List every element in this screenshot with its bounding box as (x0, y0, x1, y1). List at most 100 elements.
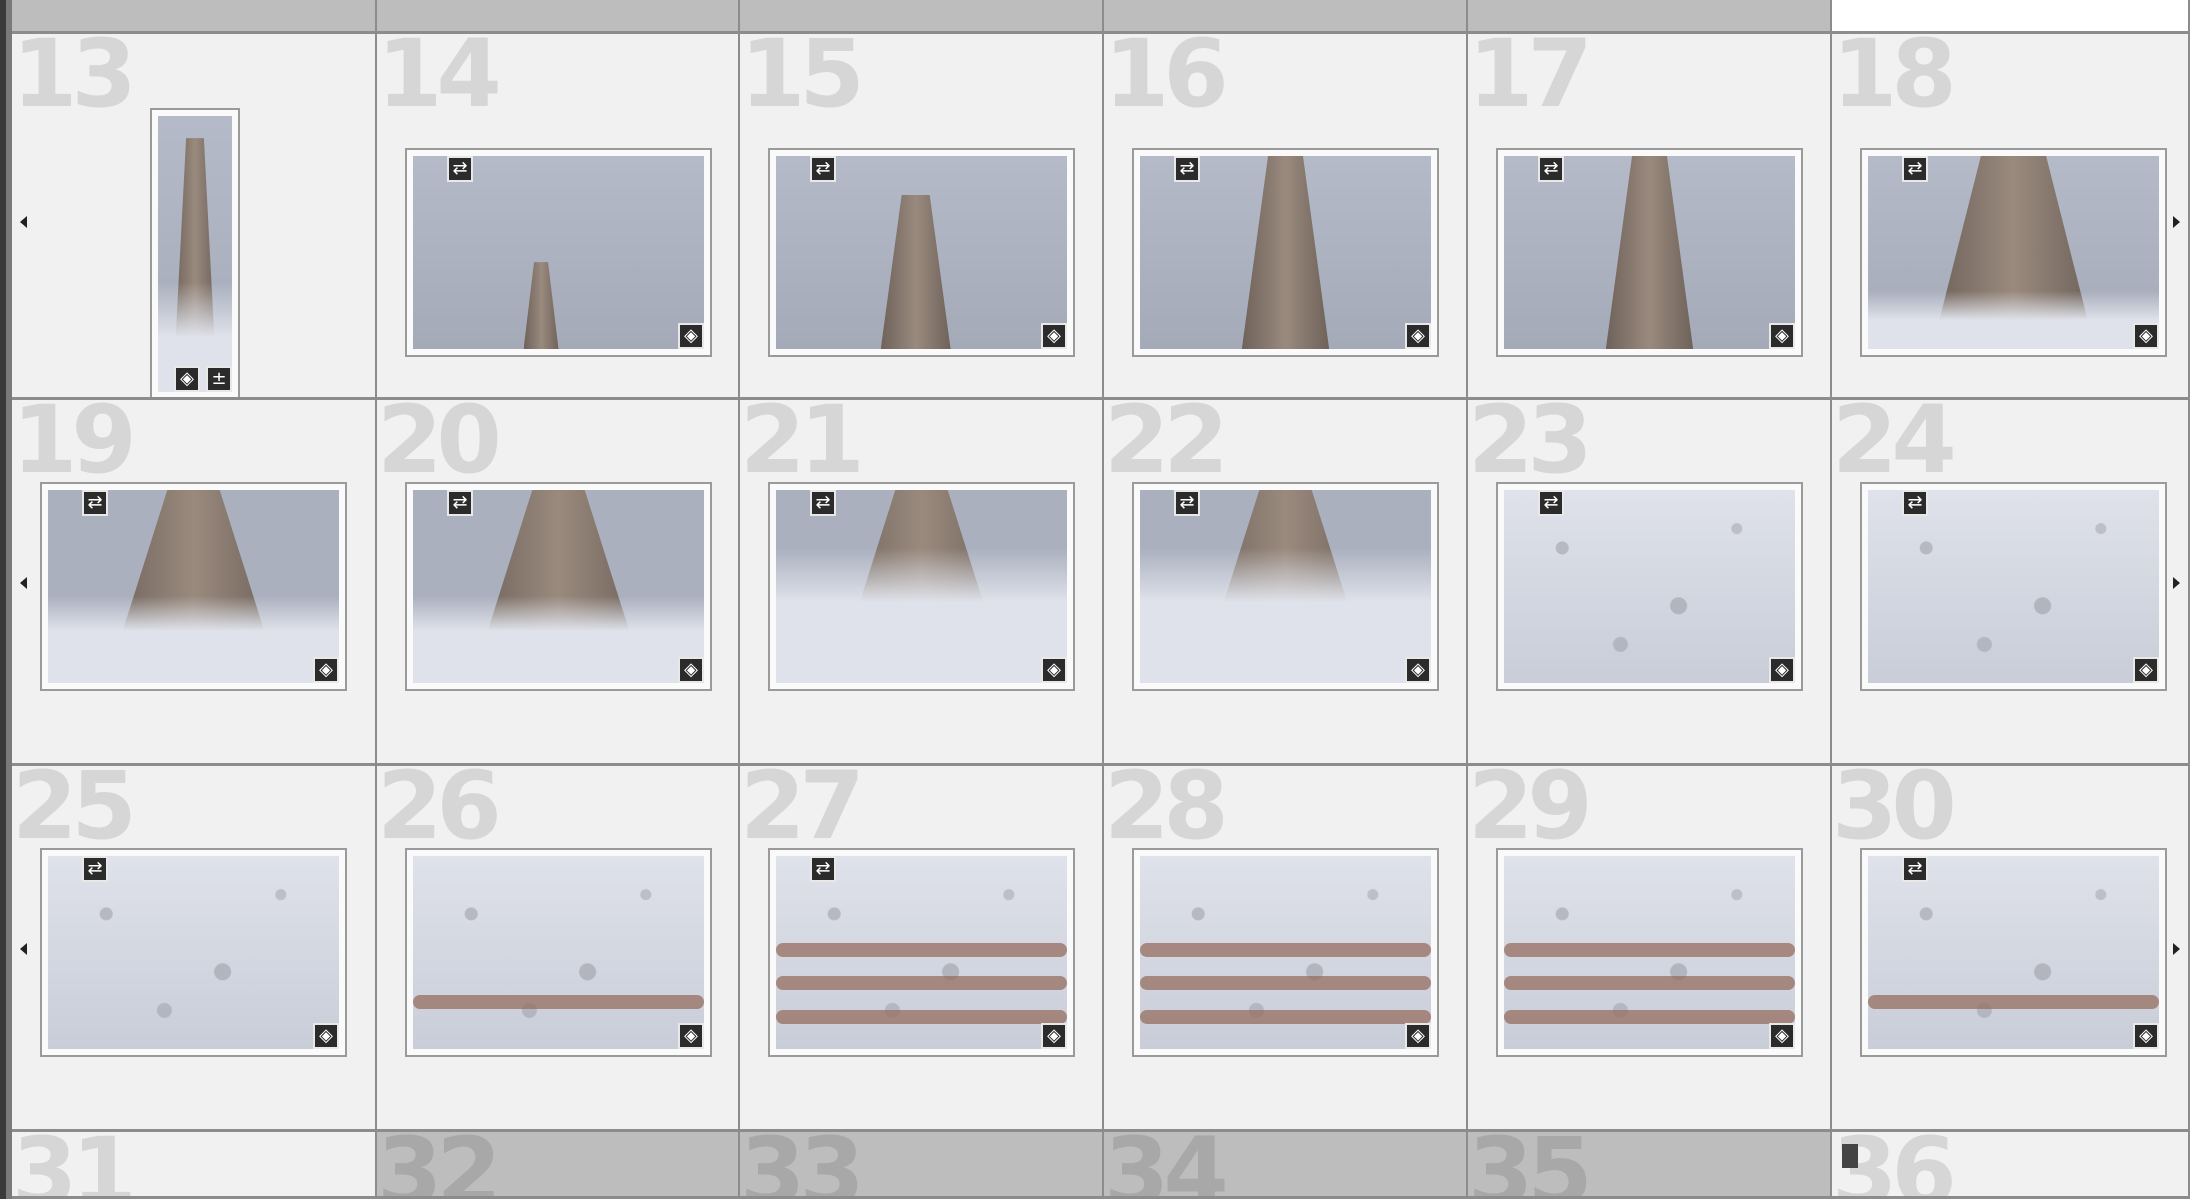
virtual-copy-icon[interactable]: ⇄ (810, 856, 836, 882)
thumbnail-frame[interactable]: ⇄ ◈ (405, 482, 712, 691)
thumbnail-frame[interactable]: ⇄ ◈ (1132, 148, 1439, 357)
thumbnail-image (413, 156, 704, 349)
develop-settings-icon[interactable]: ◈ (678, 1023, 704, 1049)
develop-settings-icon[interactable]: ◈ (1405, 323, 1431, 349)
grid-cell[interactable]: 15 ⇄ ◈ (740, 34, 1104, 400)
grid-cell[interactable]: 23 ⇄ ◈ (1468, 400, 1832, 766)
grid-cell[interactable]: 29 ◈ (1468, 766, 1832, 1132)
thumbnail-frame[interactable]: ⇄ ◈ (1496, 148, 1803, 357)
grid-cell[interactable]: 30 ⇄ ◈ (1832, 766, 2190, 1132)
row-next-arrow-icon[interactable] (2173, 943, 2180, 955)
grid-cell[interactable]: 20 ⇄ ◈ (377, 400, 740, 766)
virtual-copy-icon[interactable]: ⇄ (447, 490, 473, 516)
thumbnail-frame[interactable]: ⇄ ◈ (768, 848, 1075, 1057)
virtual-copy-icon[interactable]: ⇄ (1538, 490, 1564, 516)
thumbnail-frame[interactable]: ◈ (1132, 848, 1439, 1057)
grid-cell[interactable]: 31 (12, 1132, 377, 1199)
thumbnail-image (1868, 490, 2159, 683)
develop-settings-icon[interactable]: ◈ (678, 657, 704, 683)
develop-settings-icon[interactable]: ◈ (1405, 1023, 1431, 1049)
develop-settings-icon[interactable]: ◈ (313, 657, 339, 683)
virtual-copy-icon[interactable]: ⇄ (82, 856, 108, 882)
thumbnail-frame[interactable]: ⇄ ◈ (1860, 482, 2167, 691)
thumbnail-frame[interactable]: ◈ ± (150, 108, 240, 397)
cell-index-number: 16 (1104, 34, 1229, 129)
grid-cell[interactable]: 25 ⇄ ◈ (12, 766, 377, 1132)
develop-settings-icon[interactable]: ◈ (2133, 1023, 2159, 1049)
virtual-copy-icon[interactable]: ⇄ (82, 490, 108, 516)
grid-cell[interactable]: 22 ⇄ ◈ (1104, 400, 1468, 766)
develop-settings-icon[interactable]: ◈ (2133, 323, 2159, 349)
cell-index-number: 27 (740, 766, 865, 861)
grid-cell[interactable]: 35 (1468, 1132, 1832, 1199)
flag-icon[interactable] (1842, 1144, 1858, 1168)
cell-index-number: 31 (12, 1132, 137, 1199)
thumbnail-frame[interactable]: ⇄ ◈ (40, 848, 347, 1057)
thumbnail-frame[interactable]: ⇄ ◈ (40, 482, 347, 691)
virtual-copy-icon[interactable]: ⇄ (447, 156, 473, 182)
thumbnail-frame[interactable]: ⇄ ◈ (405, 148, 712, 357)
grid-cell[interactable]: 21 ⇄ ◈ (740, 400, 1104, 766)
develop-settings-icon[interactable]: ◈ (2133, 657, 2159, 683)
cell-index-number: 32 (377, 1132, 502, 1199)
cell-index-number: 13 (12, 34, 137, 129)
develop-settings-icon[interactable]: ◈ (1769, 657, 1795, 683)
virtual-copy-icon[interactable]: ⇄ (1174, 490, 1200, 516)
grid-cell[interactable]: 33 (740, 1132, 1104, 1199)
thumbnail-frame[interactable]: ◈ (405, 848, 712, 1057)
grid-cell[interactable] (12, 0, 377, 34)
grid-cell[interactable]: 19 ⇄ ◈ (12, 400, 377, 766)
grid-cell[interactable]: 18 ⇄ ◈ (1832, 34, 2190, 400)
grid-cell[interactable]: 16 ⇄ ◈ (1104, 34, 1468, 400)
grid-cell[interactable] (377, 0, 740, 34)
virtual-copy-icon[interactable]: ⇄ (1538, 156, 1564, 182)
grid-cell[interactable] (740, 0, 1104, 34)
cell-index-number: 26 (377, 766, 502, 861)
develop-settings-icon[interactable]: ◈ (1769, 1023, 1795, 1049)
grid-cell[interactable]: 17 ⇄ ◈ (1468, 34, 1832, 400)
thumbnail-frame[interactable]: ⇄ ◈ (1132, 482, 1439, 691)
thumbnail-frame[interactable]: ⇄ ◈ (768, 482, 1075, 691)
grid-cell[interactable] (1832, 0, 2190, 34)
grid-cell[interactable]: 27 ⇄ ◈ (740, 766, 1104, 1132)
virtual-copy-icon[interactable]: ⇄ (1174, 156, 1200, 182)
thumbnail-frame[interactable]: ◈ (1496, 848, 1803, 1057)
row-next-arrow-icon[interactable] (2173, 216, 2180, 228)
row-prev-arrow-icon[interactable] (20, 216, 27, 228)
thumbnail-frame[interactable]: ⇄ ◈ (768, 148, 1075, 357)
grid-cell[interactable]: 36 (1832, 1132, 2190, 1199)
row-prev-arrow-icon[interactable] (20, 943, 27, 955)
develop-settings-icon[interactable]: ◈ (1041, 657, 1067, 683)
grid-cell[interactable] (1104, 0, 1468, 34)
grid-cell[interactable]: 28 ◈ (1104, 766, 1468, 1132)
develop-settings-icon[interactable]: ◈ (1769, 323, 1795, 349)
cell-index-number: 29 (1468, 766, 1593, 861)
thumbnail-frame[interactable]: ⇄ ◈ (1860, 148, 2167, 357)
cell-index-number: 28 (1104, 766, 1229, 861)
develop-settings-icon[interactable]: ◈ (1405, 657, 1431, 683)
grid-cell[interactable] (1468, 0, 1832, 34)
develop-settings-icon[interactable]: ◈ (313, 1023, 339, 1049)
virtual-copy-icon[interactable]: ⇄ (810, 490, 836, 516)
grid-cell[interactable]: 14 ⇄ ◈ (377, 34, 740, 400)
develop-settings-icon[interactable]: ◈ (678, 323, 704, 349)
virtual-copy-icon[interactable]: ⇄ (1902, 490, 1928, 516)
grid-cell[interactable]: 24 ⇄ ◈ (1832, 400, 2190, 766)
thumbnail-image (1504, 490, 1795, 683)
exposure-adjust-icon[interactable]: ± (206, 366, 232, 392)
grid-cell[interactable]: 26 ◈ (377, 766, 740, 1132)
virtual-copy-icon[interactable]: ⇄ (1902, 856, 1928, 882)
row-prev-arrow-icon[interactable] (20, 577, 27, 589)
develop-settings-icon[interactable]: ◈ (174, 366, 200, 392)
thumbnail-frame[interactable]: ⇄ ◈ (1496, 482, 1803, 691)
develop-settings-icon[interactable]: ◈ (1041, 323, 1067, 349)
grid-cell[interactable]: 13 ◈ ± (12, 34, 377, 400)
row-next-arrow-icon[interactable] (2173, 577, 2180, 589)
grid-cell[interactable]: 34 (1104, 1132, 1468, 1199)
virtual-copy-icon[interactable]: ⇄ (810, 156, 836, 182)
cell-index-number: 21 (740, 400, 865, 495)
thumbnail-frame[interactable]: ⇄ ◈ (1860, 848, 2167, 1057)
develop-settings-icon[interactable]: ◈ (1041, 1023, 1067, 1049)
grid-cell[interactable]: 32 (377, 1132, 740, 1199)
virtual-copy-icon[interactable]: ⇄ (1902, 156, 1928, 182)
